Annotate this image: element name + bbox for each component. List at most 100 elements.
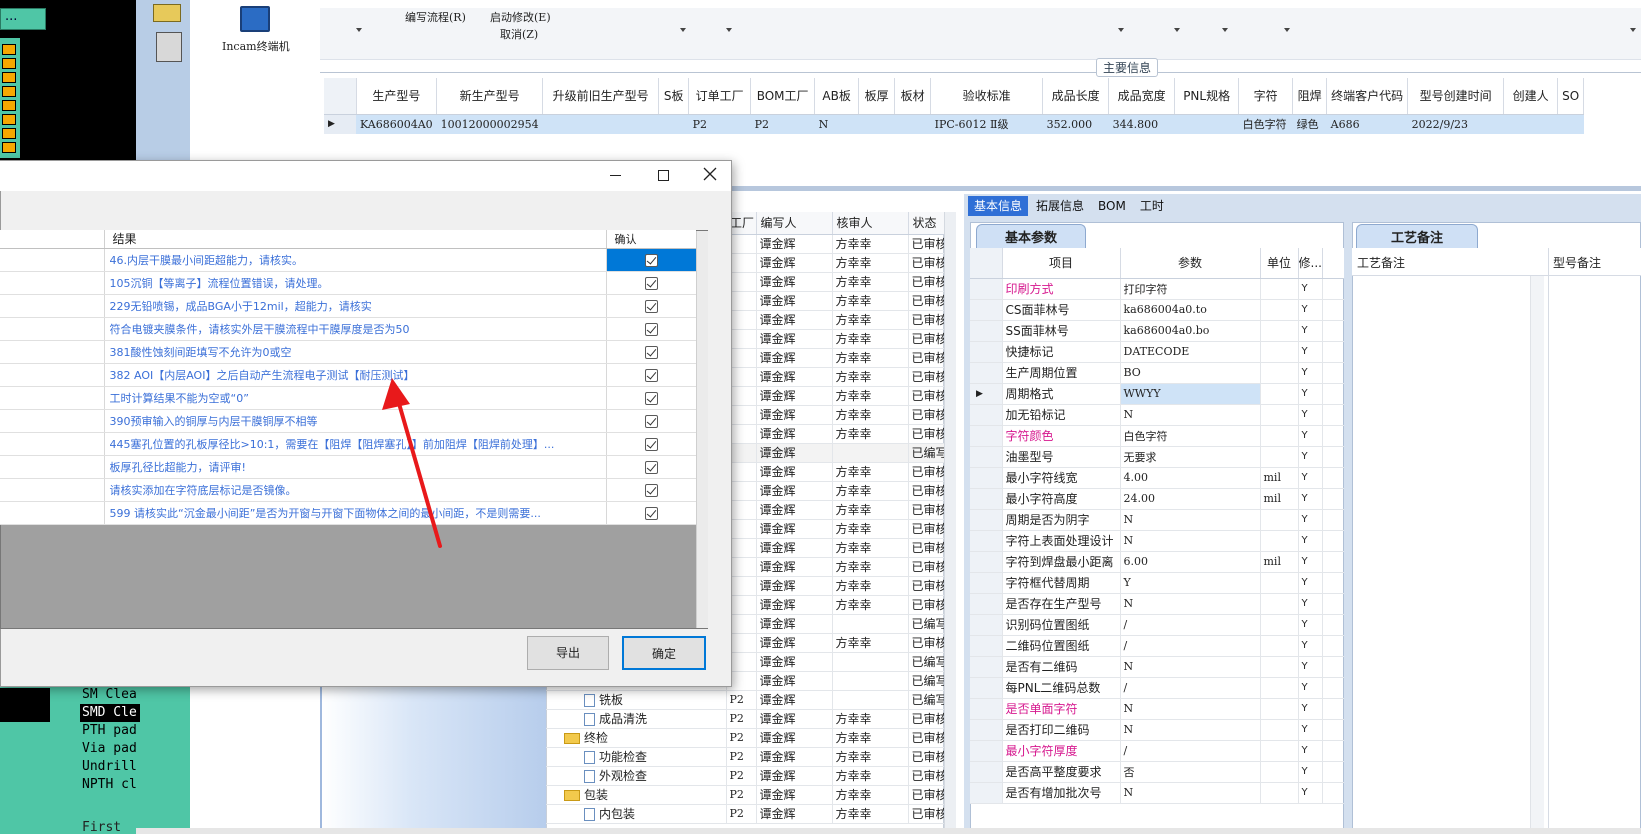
left-menu-item[interactable]: PTH pad	[80, 722, 140, 740]
tool-icon[interactable]	[2, 142, 16, 153]
param-value[interactable]: /	[1120, 677, 1261, 699]
tool-icon[interactable]	[2, 44, 16, 55]
chevron-down-icon[interactable]	[1630, 28, 1636, 32]
main-info-column-header[interactable]: 型号创建时间	[1407, 78, 1505, 115]
params-row[interactable]: 二维码位置图纸 / Y	[970, 635, 1344, 657]
process-tree-cell[interactable]: 成品清洗	[546, 709, 727, 729]
basic-params-tab[interactable]: 基本参数	[976, 224, 1087, 248]
params-column-header[interactable]: 项目	[1002, 248, 1121, 279]
main-info-column-header[interactable]: 创建人	[1503, 78, 1559, 115]
tool-icon[interactable]	[2, 128, 16, 139]
main-info-cell[interactable]	[543, 114, 659, 134]
process-column-header[interactable]: 状态	[908, 212, 944, 235]
main-info-column-header[interactable]: AB板	[814, 78, 860, 115]
main-info-column-header[interactable]: 订单工厂	[688, 78, 752, 115]
params-row[interactable]: 周期是否为阴字 N Y	[970, 509, 1344, 531]
params-row[interactable]: 最小字符厚度 / Y	[970, 740, 1344, 762]
menu-start-modify[interactable]: 启动修改(E)	[490, 9, 551, 25]
dialog-result-row[interactable]: 382 AOI【内层AOI】之后自动产生流程电子测试【耐压测试】	[0, 363, 696, 387]
left-menu-item[interactable]: Via pad	[80, 740, 140, 758]
param-value[interactable]: Y	[1120, 572, 1261, 594]
params-row[interactable]: ▶ 周期格式 WWYY Y	[970, 383, 1344, 405]
confirm-checkbox-cell[interactable]	[606, 271, 696, 295]
confirm-checkbox-cell[interactable]	[606, 386, 696, 410]
main-info-cell[interactable]	[1558, 114, 1584, 134]
dialog-result-row[interactable]: 381酸性蚀刻间距填写不允许为0或空	[0, 340, 696, 364]
confirm-checkbox[interactable]	[644, 506, 658, 520]
params-row[interactable]: 是否高平整度要求否 Y	[970, 761, 1344, 783]
maximize-icon[interactable]	[658, 170, 669, 181]
main-info-cell[interactable]: 352.000	[1043, 114, 1109, 134]
params-column-header[interactable]: 参数	[1120, 248, 1261, 279]
params-row[interactable]: 生产周期位置 BO Y	[970, 362, 1344, 384]
param-value[interactable]: WWYY	[1120, 383, 1261, 405]
process-row[interactable]: 成品清洗 P2 谭金辉 方幸幸 已审核	[546, 709, 944, 729]
param-value[interactable]: N	[1120, 530, 1261, 552]
confirm-checkbox[interactable]	[644, 368, 658, 382]
confirm-column-header[interactable]: 确认	[606, 230, 696, 249]
confirm-checkbox-cell[interactable]	[606, 432, 696, 456]
param-value[interactable]: 6.00	[1120, 551, 1261, 573]
params-row[interactable]: 最小字符高度 24.00 mil Y	[970, 488, 1344, 510]
params-row[interactable]: 油墨型号 无要求 Y	[970, 446, 1344, 468]
menu-cancel[interactable]: 取消(Z)	[500, 26, 538, 42]
params-row[interactable]: 每PNL二维码总数 / Y	[970, 677, 1344, 699]
main-info-cell[interactable]: P2	[689, 114, 751, 134]
confirm-checkbox[interactable]	[644, 437, 658, 451]
param-value[interactable]: ka686004a0.bo	[1120, 320, 1261, 342]
main-info-column-header[interactable]: SO	[1557, 78, 1585, 115]
confirm-checkbox-cell[interactable]	[606, 294, 696, 318]
chevron-down-icon[interactable]	[680, 28, 686, 32]
process-table-scrollbar[interactable]	[944, 212, 956, 834]
chevron-down-icon[interactable]	[356, 28, 362, 32]
process-column-header[interactable]: 核审人	[832, 212, 909, 235]
process-tree-cell[interactable]: 包装	[546, 785, 727, 805]
main-info-cell[interactable]	[1175, 114, 1239, 134]
toolbox-icon[interactable]	[153, 4, 181, 22]
result-column-header[interactable]: 结果	[104, 230, 607, 249]
params-row[interactable]: 最小字符线宽 4.00 mil Y	[970, 467, 1344, 489]
confirm-checkbox[interactable]	[644, 322, 658, 336]
main-info-cell[interactable]	[1504, 114, 1558, 134]
confirm-checkbox[interactable]	[644, 460, 658, 474]
dialog-result-row[interactable]: 符合电镀夹膜条件，请核实外层干膜流程中干膜厚度是否为50	[0, 317, 696, 341]
process-tree-cell[interactable]: 终检	[546, 728, 727, 748]
detail-tab[interactable]: 拓展信息	[1030, 196, 1090, 216]
process-row[interactable]: 外观检查 P2 谭金辉 方幸幸 已审核	[546, 766, 944, 786]
confirm-checkbox[interactable]	[644, 391, 658, 405]
main-info-cell[interactable]: 白色字符	[1239, 114, 1293, 134]
main-info-column-header[interactable]: 新生产型号	[436, 78, 544, 115]
main-info-column-header[interactable]: BOM工厂	[750, 78, 816, 115]
param-value[interactable]: DATECODE	[1120, 341, 1261, 363]
param-value[interactable]: 白色字符	[1120, 425, 1261, 447]
tool-icon[interactable]	[2, 100, 16, 111]
process-row[interactable]: 铣板 P2 谭金辉 已编写	[546, 690, 944, 710]
confirm-checkbox-cell[interactable]	[606, 455, 696, 479]
confirm-checkbox[interactable]	[644, 345, 658, 359]
main-info-column-header[interactable]: 阻焊	[1292, 78, 1328, 115]
params-row[interactable]: 快捷标记 DATECODE Y	[970, 341, 1344, 363]
main-info-column-header[interactable]: 字符	[1238, 78, 1294, 115]
params-row[interactable]: 加无铅标记 N Y	[970, 404, 1344, 426]
confirm-checkbox[interactable]	[644, 299, 658, 313]
menu-write-process[interactable]: 编写流程(R)	[405, 9, 466, 25]
main-info-column-header[interactable]: 板厚	[858, 78, 896, 115]
params-row[interactable]: 是否存在生产型号 N Y	[970, 593, 1344, 615]
confirm-checkbox-cell[interactable]	[606, 248, 696, 272]
left-menu-item[interactable]: NPTH cl	[80, 776, 140, 794]
main-info-cell[interactable]: P2	[751, 114, 815, 134]
calculator-icon[interactable]	[156, 32, 182, 62]
params-row[interactable]: SS面菲林号 ka686004a0.bo Y	[970, 320, 1344, 342]
left-app-top-button[interactable]: ...	[0, 8, 46, 30]
param-value[interactable]: 24.00	[1120, 488, 1261, 510]
process-notes-tab[interactable]: 工艺备注	[1356, 224, 1479, 248]
dialog-result-row[interactable]: 46.内层干膜最小间距超能力，请核实。	[0, 248, 696, 272]
process-tree-cell[interactable]: 铣板	[546, 690, 727, 710]
main-info-column-header[interactable]: 升级前旧生产型号	[542, 78, 660, 115]
params-row[interactable]: 字符颜色 白色字符 Y	[970, 425, 1344, 447]
param-value[interactable]: N	[1120, 698, 1261, 720]
main-info-cell[interactable]: KA686004A0	[356, 114, 437, 134]
dialog-result-row[interactable]: 板厚孔径比超能力，请评审!	[0, 455, 696, 479]
main-info-row[interactable]: ▶ KA686004A0 10012000002954 P2 P2 N IPC-6012 Ⅱ…	[324, 114, 1584, 134]
params-row[interactable]: 字符到焊盘最小距离 6.00 mil Y	[970, 551, 1344, 573]
